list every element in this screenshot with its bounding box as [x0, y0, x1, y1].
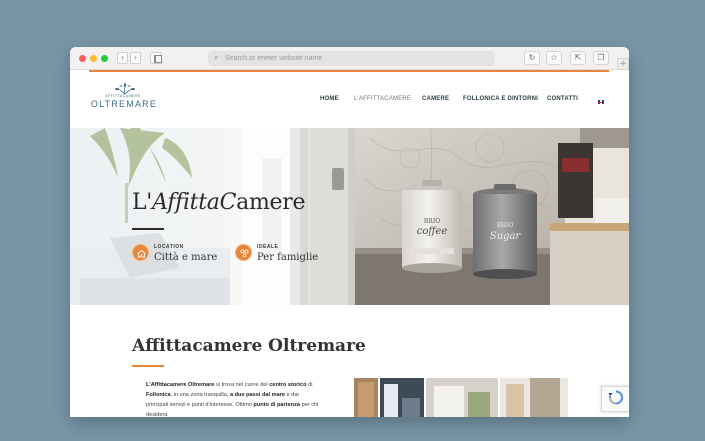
logo-name: OLTREMARE — [90, 99, 158, 109]
feature-location-value: Città e mare — [154, 252, 218, 263]
address-input[interactable] — [225, 52, 475, 65]
section-title: Affittacamere Oltremare — [132, 336, 366, 356]
recaptcha-badge[interactable] — [601, 386, 629, 412]
minimize-window-button[interactable] — [90, 55, 97, 62]
intro-paragraph: L'Affittacamere Oltremare si trova nel c… — [146, 382, 319, 417]
back-icon[interactable]: ‹ — [117, 52, 128, 64]
menu-item-affittacamere[interactable]: L'AFFITTACAMERE — [354, 96, 411, 102]
feature-location-label: LOCATION — [154, 244, 184, 250]
feature-ideal-label: IDEALE — [257, 244, 279, 250]
feature-ideal-value: Per famiglie — [257, 252, 319, 263]
tabs-icon[interactable]: ❐ — [593, 51, 609, 65]
logo-tagline: AFFITTACAMERE — [105, 94, 141, 98]
menu-item-follonica[interactable]: FOLLONICA E DINTORNI — [463, 96, 538, 102]
uk-flag-icon[interactable] — [598, 100, 604, 104]
search-icon: ⌕ — [214, 53, 219, 62]
browser-toolbar: ‹ › ⌕ ↻ ☆ ⇱ ❐ + — [70, 47, 629, 70]
address-bar[interactable]: ⌕ — [208, 51, 495, 66]
menu-item-contatti[interactable]: CONTATTI — [547, 96, 578, 102]
hero-title: L'AffittaCamere — [132, 190, 306, 215]
reload-icon[interactable]: ↻ — [524, 51, 540, 65]
close-window-button[interactable] — [79, 55, 86, 62]
menu-item-camere[interactable]: CAMERE — [422, 96, 449, 102]
hero-photo: BRIO coffee BRIO Sugar — [70, 128, 629, 305]
hero-title-underline — [132, 228, 164, 230]
section-title-underline — [132, 365, 164, 367]
new-tab-icon[interactable]: + — [617, 58, 629, 70]
browser-window: ‹ › ⌕ ↻ ☆ ⇱ ❐ + AFFITTACAMERE OLTREMARE … — [70, 47, 629, 417]
menu-item-home[interactable]: HOME — [320, 96, 339, 102]
family-icon — [235, 244, 252, 261]
site-logo[interactable]: AFFITTACAMERE OLTREMARE — [85, 83, 165, 115]
share-icon[interactable]: ⇱ — [570, 51, 586, 65]
hero-banner: BRIO coffee BRIO Sugar L'AffittaCamere L… — [70, 128, 629, 305]
photo-gallery[interactable] — [354, 378, 568, 417]
bookmark-icon[interactable]: ☆ — [546, 51, 562, 65]
svg-text:Sugar: Sugar — [490, 231, 522, 242]
location-icon — [132, 244, 149, 261]
zoom-window-button[interactable] — [101, 55, 108, 62]
svg-text:BRIO: BRIO — [497, 222, 513, 229]
svg-text:BRIO: BRIO — [424, 218, 440, 225]
sidebar-icon[interactable] — [150, 52, 162, 64]
recaptcha-icon — [608, 390, 623, 405]
svg-text:coffee: coffee — [417, 226, 448, 237]
forward-icon[interactable]: › — [130, 52, 141, 64]
accent-divider — [89, 70, 609, 72]
